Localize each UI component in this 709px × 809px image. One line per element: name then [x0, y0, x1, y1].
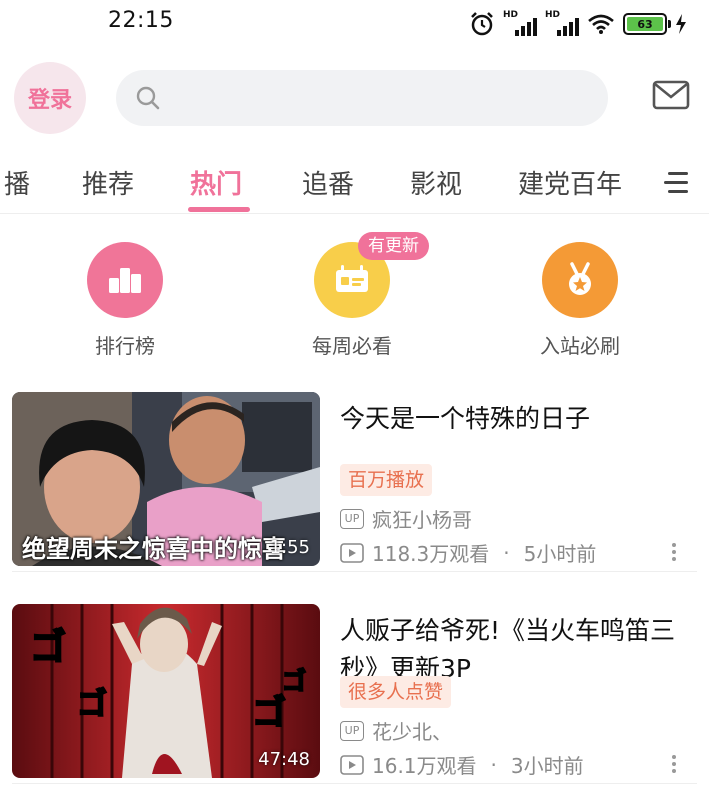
video-author[interactable]: UP 疯狂小杨哥 — [340, 504, 472, 533]
charging-icon — [676, 14, 686, 34]
author-name: 花少北、 — [372, 720, 452, 744]
tab-film[interactable]: 影视 — [410, 164, 462, 201]
view-count: 118.3万观看 — [372, 542, 490, 566]
video-tag: 很多人点赞 — [340, 676, 452, 708]
mail-icon[interactable] — [652, 80, 690, 110]
video-author[interactable]: UP 花少北、 — [340, 716, 452, 745]
top-header: 登录 — [0, 62, 709, 134]
login-button[interactable]: 登录 — [14, 62, 86, 134]
menu-icon[interactable] — [664, 168, 692, 198]
play-count-icon — [340, 542, 364, 563]
svg-text:ゴ: ゴ — [30, 626, 66, 668]
ranking-icon — [87, 242, 163, 318]
divider — [12, 571, 697, 572]
quick-entries: 排行榜 每周必看 有更新 入站必刷 — [0, 232, 709, 359]
tab-recommend[interactable]: 推荐 — [82, 164, 134, 201]
status-icons: HD HD 63 — [469, 10, 687, 38]
update-badge: 有更新 — [358, 232, 429, 260]
play-count-icon — [340, 754, 364, 775]
video-stats: 118.3万观看 · 5小时前 — [340, 538, 596, 567]
author-name: 疯狂小杨哥 — [372, 508, 472, 532]
battery-icon: 63 — [623, 13, 671, 35]
tab-popular[interactable]: 热门 — [190, 164, 242, 201]
up-icon: UP — [340, 720, 364, 741]
more-options-icon[interactable] — [672, 540, 676, 564]
category-tabs: 播 推荐 热门 追番 影视 建党百年 — [0, 158, 709, 214]
video-card[interactable]: ゴ ゴ ゴ ゴ 47:48 人贩子给爷死!《当火车鸣笛三秒》更新3P 很多人点赞… — [0, 604, 709, 784]
video-thumbnail[interactable]: 绝望周末之惊喜中的惊喜 1:55 — [12, 392, 320, 566]
must-watch-label: 入站必刷 — [540, 334, 620, 358]
ranking-label: 排行榜 — [95, 334, 155, 358]
video-tag: 百万播放 — [340, 464, 433, 496]
must-watch-entry[interactable]: 入站必刷 — [510, 238, 650, 359]
separator-dot: · — [490, 752, 497, 777]
video-duration: 1:55 — [269, 537, 310, 558]
publish-time: 3小时前 — [510, 754, 584, 778]
active-tab-indicator — [188, 207, 250, 212]
alarm-icon — [471, 12, 493, 36]
tab-anime[interactable]: 追番 — [302, 164, 354, 201]
video-thumbnail[interactable]: ゴ ゴ ゴ ゴ 47:48 — [12, 604, 320, 778]
clock: 22:15 — [108, 8, 174, 33]
more-options-icon[interactable] — [672, 752, 676, 776]
search-icon — [136, 86, 160, 110]
svg-text:ゴ: ゴ — [282, 667, 306, 695]
svg-text:ゴ: ゴ — [77, 687, 107, 722]
wifi-icon — [588, 14, 614, 34]
publish-time: 5小时前 — [523, 542, 597, 566]
search-bar[interactable] — [116, 70, 608, 126]
up-icon: UP — [340, 508, 364, 529]
signal-icon: HD — [503, 10, 537, 36]
view-count: 16.1万观看 — [372, 754, 477, 778]
tab-live[interactable]: 播 — [4, 164, 30, 201]
tab-party-centennial[interactable]: 建党百年 — [518, 164, 622, 201]
weekly-label: 每周必看 — [312, 334, 392, 358]
svg-text:ゴ: ゴ — [252, 693, 286, 733]
battery-level: 63 — [627, 17, 663, 31]
ranking-entry[interactable]: 排行榜 — [55, 238, 195, 359]
signal-icon: HD — [545, 10, 579, 36]
status-bar: 22:15 HD HD 63 — [0, 0, 709, 50]
medal-icon — [542, 242, 618, 318]
video-card[interactable]: 绝望周末之惊喜中的惊喜 1:55 今天是一个特殊的日子 百万播放 UP 疯狂小杨… — [0, 392, 709, 572]
thumbnail-caption: 绝望周末之惊喜中的惊喜 — [22, 535, 286, 563]
video-stats: 16.1万观看 · 3小时前 — [340, 750, 584, 779]
separator-dot: · — [503, 540, 510, 565]
video-duration: 47:48 — [258, 749, 310, 770]
divider — [12, 783, 697, 784]
video-title[interactable]: 今天是一个特殊的日子 — [340, 400, 690, 438]
